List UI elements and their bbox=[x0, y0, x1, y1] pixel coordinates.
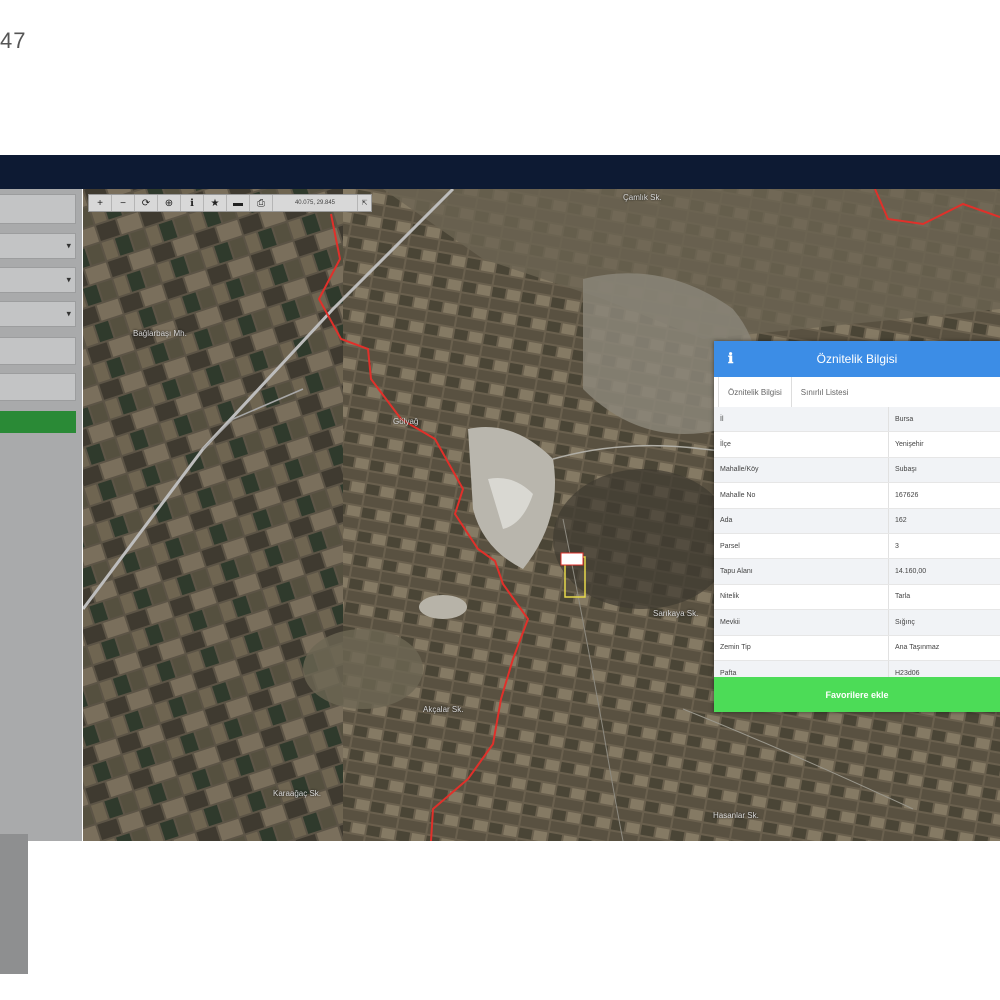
row-key: İl bbox=[714, 407, 889, 432]
map-toolbar: + − ⟳ ⊕ ℹ ★ ▬ ⎙ 40.075, 29.845 ⇱ bbox=[88, 194, 372, 212]
sidebar-footer-block bbox=[0, 834, 28, 974]
tab-boundary-list[interactable]: Sınırlıl Listesi bbox=[792, 377, 858, 407]
map-label: Bağlarbaşı Mh. bbox=[133, 329, 187, 338]
row-key: Nitelik bbox=[714, 584, 889, 610]
table-row: Zemin Tip Ana Taşınmaz bbox=[714, 635, 1000, 661]
attribute-info-panel: ℹ Öznitelik Bilgisi Öznitelik Bilgisi Sı… bbox=[714, 341, 1000, 712]
coordinate-readout: 40.075, 29.845 bbox=[273, 195, 358, 211]
map-label: Gölyağ bbox=[393, 417, 419, 426]
table-row: Parsel 3 bbox=[714, 533, 1000, 560]
row-value: Bursa bbox=[895, 415, 914, 423]
row-key: Mahalle/Köy bbox=[714, 457, 889, 483]
row-key: Ada bbox=[714, 508, 889, 533]
row-value: 162 bbox=[895, 517, 907, 525]
measure-icon[interactable]: ▬ bbox=[227, 195, 250, 211]
row-value: 3 bbox=[895, 542, 899, 550]
table-row: Mevkii Sığınç bbox=[714, 610, 1000, 636]
table-row: Tapu Alanı 14.160,00 bbox=[714, 559, 1000, 585]
locate-icon[interactable]: ⊕ bbox=[158, 195, 181, 211]
sidebar-input-parsel[interactable] bbox=[0, 373, 76, 401]
row-key: Mahalle No bbox=[714, 483, 889, 508]
sidebar-select-mahalle[interactable] bbox=[0, 301, 76, 327]
info-tool-icon[interactable]: ℹ bbox=[181, 195, 204, 211]
map-label: Sarıkaya Sk. bbox=[653, 609, 699, 618]
attribute-table: İl Bursa İlçe Yenişehir Mahalle/Köy Subaşı … bbox=[714, 407, 1000, 687]
row-value: 167626 bbox=[895, 491, 919, 499]
table-row: Mahalle No 167626 bbox=[714, 483, 1000, 509]
row-value: Tarla bbox=[895, 593, 911, 601]
row-value: 14.160,00 bbox=[895, 568, 927, 576]
zoom-in-icon[interactable]: + bbox=[89, 195, 112, 211]
sidebar-input-ada[interactable] bbox=[0, 337, 76, 365]
map-label: Akçalar Sk. bbox=[423, 705, 464, 714]
row-key: Zemin Tip bbox=[714, 635, 889, 660]
row-value: Ana Taşınmaz bbox=[895, 644, 940, 652]
corner-number: 47 bbox=[0, 28, 27, 53]
table-row: İl Bursa bbox=[714, 407, 1000, 433]
print-icon[interactable]: ⎙ bbox=[250, 195, 273, 211]
row-value: Yenişehir bbox=[895, 441, 924, 449]
app-header-bar bbox=[0, 155, 1000, 189]
panel-tabs: Öznitelik Bilgisi Sınırlıl Listesi bbox=[714, 376, 1000, 408]
expand-icon[interactable]: ⇱ bbox=[358, 199, 371, 207]
row-key: Tapu Alanı bbox=[714, 559, 889, 584]
panel-header: ℹ Öznitelik Bilgisi bbox=[714, 341, 1000, 377]
info-icon: ℹ bbox=[728, 350, 734, 366]
map-label: Karaağaç Sk. bbox=[273, 789, 322, 798]
table-row: Ada 162 bbox=[714, 508, 1000, 534]
sidebar-select-il[interactable] bbox=[0, 233, 76, 259]
row-key: Parsel bbox=[714, 533, 889, 559]
panel-title: Öznitelik Bilgisi bbox=[816, 352, 898, 366]
table-row: Mahalle/Köy Subaşı bbox=[714, 457, 1000, 484]
sidebar-query-button[interactable] bbox=[0, 411, 76, 433]
row-value: Subaşı bbox=[895, 466, 917, 474]
sidebar-field-1[interactable] bbox=[0, 194, 76, 224]
tab-attribute-info[interactable]: Öznitelik Bilgisi bbox=[718, 376, 792, 408]
refresh-icon[interactable]: ⟳ bbox=[135, 195, 158, 211]
add-to-favorites-button[interactable]: Favorilere ekle bbox=[714, 677, 1000, 712]
row-value: Sığınç bbox=[895, 618, 915, 626]
zoom-out-icon[interactable]: − bbox=[112, 195, 135, 211]
star-icon[interactable]: ★ bbox=[204, 195, 227, 211]
map-label: Çamlık Sk. bbox=[623, 193, 662, 202]
row-key: Mevkii bbox=[714, 610, 889, 635]
left-sidebar bbox=[0, 189, 82, 841]
row-key: İlçe bbox=[714, 432, 889, 457]
map-label: Hasanlar Sk. bbox=[713, 811, 759, 820]
table-row: Nitelik Tarla bbox=[714, 584, 1000, 611]
sidebar-select-ilce[interactable] bbox=[0, 267, 76, 293]
table-row: İlçe Yenişehir bbox=[714, 432, 1000, 458]
